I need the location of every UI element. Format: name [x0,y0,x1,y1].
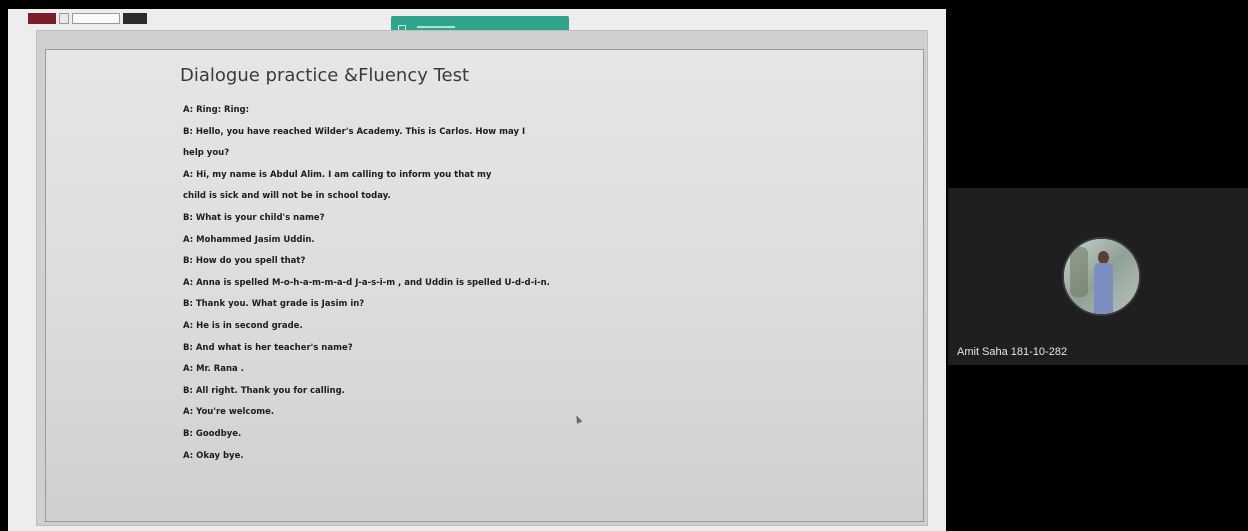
dialogue-line: B: And what is her teacher's name? [183,342,353,353]
dialogue-line: A: He is in second grade. [183,320,303,331]
participant-name: Amit Saha 181-10-282 [957,346,1068,358]
dialogue-line: B: All right. Thank you for calling. [183,385,345,396]
mouse-cursor-icon [573,414,583,424]
empty-video-area [946,9,1248,188]
dialogue-line: child is sick and will not be in school … [183,191,391,202]
toolbar-menu-button[interactable] [123,13,147,24]
participant-avatar [1062,237,1141,316]
toolbar-flag-button[interactable] [28,13,56,24]
dialogue-line: help you? [183,148,230,159]
toolbar-language-select[interactable] [72,13,120,24]
empty-video-area-bottom [946,365,1248,531]
participant-tile[interactable]: Amit Saha 181-10-282 [948,188,1248,365]
dialogue-line: A: Okay bye. [183,450,244,461]
dialogue-line: A: You're welcome. [183,407,275,418]
top-strip [0,0,1248,9]
dialogue-line: A: Ring: Ring: [183,105,250,115]
dialogue-line: A: Hi, my name is Abdul Alim. I am calli… [183,169,492,180]
dialogue-line: B: Goodbye. [183,428,242,439]
dialogue-list: A: Ring: Ring: B: Hello, you have reache… [183,103,550,470]
presentation-slide: Dialogue practice &Fluency Test A: Ring:… [45,49,924,522]
slide-title: Dialogue practice &Fluency Test [180,65,470,86]
dialogue-line: A: Mohammed Jasim Uddin. [183,234,315,245]
presenter-toolbar [28,12,147,25]
dialogue-line: B: Hello, you have reached Wilder's Acad… [183,126,526,137]
dialogue-line: B: How do you spell that? [183,256,306,267]
toolbar-icon[interactable] [59,13,69,24]
dialogue-line: A: Anna is spelled M-o-h-a-m-m-a-d J-a-s… [183,277,550,288]
dialogue-line: A: Mr. Rana . [183,364,244,375]
dialogue-line: B: What is your child's name? [183,212,325,223]
dialogue-line: B: Thank you. What grade is Jasim in? [183,299,365,310]
screen-share-area: Dialogue practice &Fluency Test A: Ring:… [8,9,946,531]
